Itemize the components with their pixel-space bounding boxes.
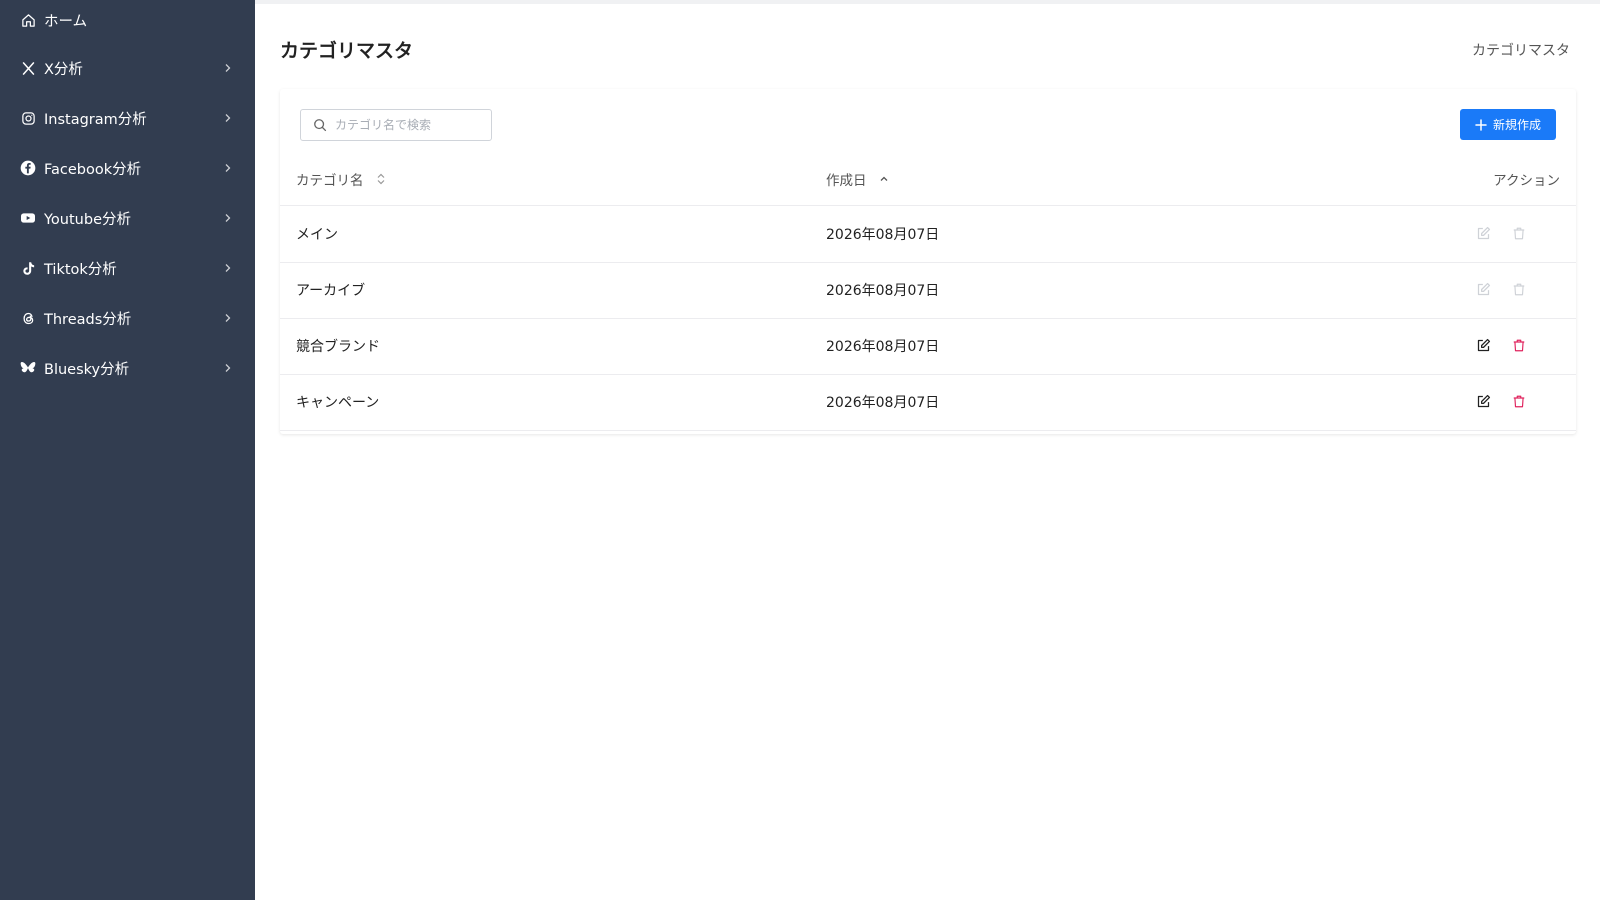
- sidebar-item-tiktok[interactable]: Tiktok分析: [0, 248, 255, 288]
- delete-button[interactable]: [1510, 224, 1528, 242]
- sidebar: ホーム X分析 Instagram分析 Facebook分析 Youtube分析: [0, 0, 255, 900]
- sidebar-item-home[interactable]: ホーム: [0, 0, 255, 40]
- search-box[interactable]: [300, 109, 492, 141]
- table-row: キャンペーン 2026年08月07日: [280, 374, 1576, 431]
- breadcrumb: カテゴリマスタ: [1472, 43, 1570, 59]
- created-date: 2026年08月07日: [826, 227, 940, 243]
- column-header-name[interactable]: カテゴリ名: [296, 169, 386, 189]
- bluesky-icon: [20, 360, 36, 376]
- youtube-icon: [20, 210, 36, 226]
- page-title: カテゴリマスタ: [280, 40, 414, 62]
- sidebar-item-threads[interactable]: Threads分析: [0, 298, 255, 338]
- edit-button[interactable]: [1474, 280, 1492, 298]
- edit-icon: [1477, 394, 1490, 407]
- chevron-right-icon: [225, 114, 231, 122]
- sidebar-item-label: Youtube分析: [44, 211, 131, 228]
- new-button-label: 新規作成: [1492, 118, 1541, 132]
- chevron-right-icon: [225, 64, 231, 72]
- column-header-name-label: カテゴリ名: [296, 173, 364, 189]
- sort-icon: [377, 173, 384, 185]
- search-icon: [314, 119, 327, 132]
- sidebar-item-label: Tiktok分析: [44, 261, 117, 278]
- chevron-right-icon: [225, 264, 231, 272]
- edit-button[interactable]: [1474, 224, 1492, 242]
- sidebar-item-x[interactable]: X分析: [0, 48, 255, 88]
- facebook-icon: [20, 160, 36, 176]
- edit-button[interactable]: [1474, 392, 1492, 410]
- delete-button[interactable]: [1510, 392, 1528, 410]
- edit-button[interactable]: [1474, 336, 1492, 354]
- sidebar-item-instagram[interactable]: Instagram分析: [0, 98, 255, 138]
- category-table-card: 新規作成 カテゴリ名 作成日 アクション メイン 2026年08月07日 アーカ…: [280, 89, 1576, 434]
- delete-button[interactable]: [1510, 336, 1528, 354]
- sidebar-item-bluesky[interactable]: Bluesky分析: [0, 348, 255, 388]
- threads-icon: [20, 310, 36, 326]
- column-header-created-label: 作成日: [826, 173, 867, 189]
- trash-icon: [1513, 227, 1525, 239]
- created-date: 2026年08月07日: [826, 395, 940, 411]
- chevron-right-icon: [225, 164, 231, 172]
- search-input[interactable]: [335, 118, 485, 132]
- chevron-right-icon: [225, 364, 231, 372]
- plus-icon: [1475, 118, 1487, 131]
- sidebar-item-youtube[interactable]: Youtube分析: [0, 198, 255, 238]
- edit-icon: [1477, 226, 1490, 239]
- sidebar-item-label: Threads分析: [44, 311, 132, 328]
- edit-icon: [1477, 282, 1490, 295]
- sidebar-item-label: Bluesky分析: [44, 361, 130, 378]
- chevron-right-icon: [225, 214, 231, 222]
- column-header-actions: アクション: [1493, 173, 1560, 189]
- trash-icon: [1513, 395, 1525, 407]
- home-icon: [20, 12, 36, 28]
- chevron-right-icon: [225, 314, 231, 322]
- created-date: 2026年08月07日: [826, 283, 940, 299]
- created-date: 2026年08月07日: [826, 339, 940, 355]
- category-name: キャンペーン: [296, 395, 380, 411]
- sidebar-item-label: ホーム: [44, 13, 88, 30]
- trash-icon: [1513, 339, 1525, 351]
- trash-icon: [1513, 283, 1525, 295]
- delete-button[interactable]: [1510, 280, 1528, 298]
- tiktok-icon: [20, 260, 36, 276]
- category-name: アーカイブ: [296, 283, 366, 299]
- sort-ascending-icon: [880, 176, 887, 181]
- x-logo-icon: [20, 60, 36, 76]
- category-name: 競合ブランド: [296, 339, 380, 355]
- sidebar-item-facebook[interactable]: Facebook分析: [0, 148, 255, 188]
- category-name: メイン: [296, 227, 338, 243]
- column-header-created[interactable]: 作成日: [826, 169, 889, 189]
- table-row: 競合ブランド 2026年08月07日: [280, 318, 1576, 375]
- table-row: メイン 2026年08月07日: [280, 206, 1576, 263]
- new-category-button[interactable]: 新規作成: [1460, 109, 1556, 140]
- sidebar-item-label: Facebook分析: [44, 161, 142, 178]
- edit-icon: [1477, 338, 1490, 351]
- sidebar-item-label: X分析: [44, 61, 83, 78]
- sidebar-item-label: Instagram分析: [44, 111, 147, 128]
- table-row: アーカイブ 2026年08月07日: [280, 262, 1576, 319]
- instagram-icon: [20, 110, 36, 126]
- main-content: カテゴリマスタ カテゴリマスタ 新規作成 カテゴリ名 作成日 アクション メイン…: [255, 0, 1600, 900]
